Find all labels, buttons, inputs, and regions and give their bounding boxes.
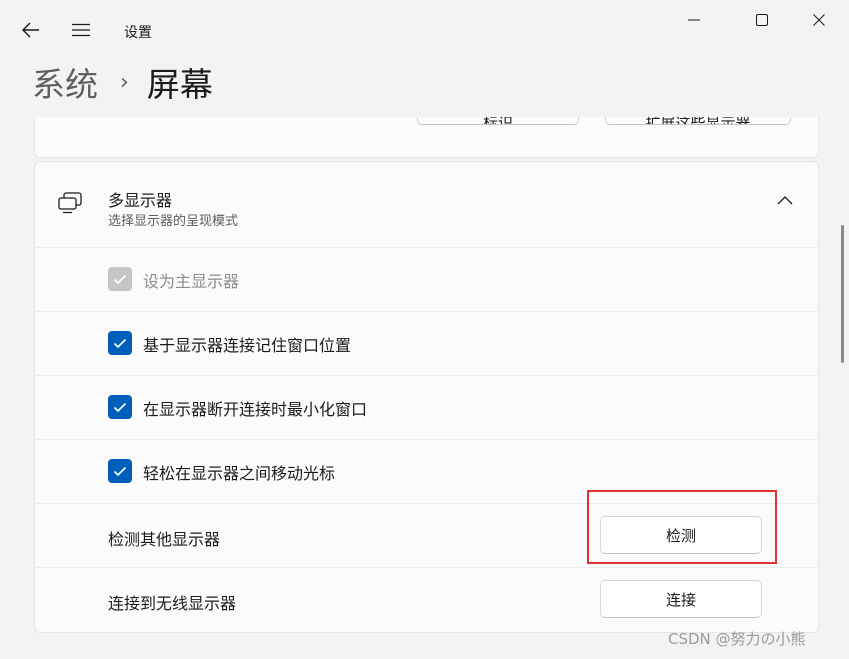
highlight-annotation-box (587, 490, 777, 564)
checkmark-icon (113, 466, 127, 476)
multiple-displays-subtitle: 选择显示器的呈现模式 (108, 214, 239, 229)
display-arrangement-card: 标识 扩展这些显示器 (34, 117, 819, 158)
back-arrow-icon (22, 22, 39, 38)
minimize-windows-checkbox[interactable] (108, 395, 132, 419)
maximize-button[interactable] (734, 0, 790, 40)
breadcrumb: 系统 › 屏幕 (32, 58, 213, 106)
maximize-icon (756, 14, 768, 26)
hamburger-menu-icon (72, 23, 90, 37)
title-bar: 设置 (0, 0, 849, 62)
app-title: 设置 (124, 25, 152, 41)
multiple-displays-title: 多显示器 (108, 191, 173, 210)
primary-display-checkbox (108, 267, 132, 291)
option-row-minimize-windows: 在显示器断开连接时最小化窗口 (35, 376, 818, 440)
watermark: CSDN @努力の小熊 (668, 630, 806, 648)
identify-button[interactable]: 标识 (417, 117, 579, 125)
breadcrumb-separator-icon: › (120, 69, 129, 95)
scrollbar-thumb[interactable] (841, 225, 844, 363)
identify-button-label: 标识 (483, 117, 513, 124)
chevron-up-icon[interactable] (777, 195, 793, 205)
connect-button[interactable]: 连接 (600, 580, 762, 618)
extend-displays-dropdown[interactable]: 扩展这些显示器 (605, 117, 791, 125)
wireless-display-row: 连接到无线显示器 连接 (35, 568, 818, 631)
minimize-windows-label[interactable]: 在显示器断开连接时最小化窗口 (143, 396, 367, 420)
option-row-primary-display: 设为主显示器 (35, 248, 818, 312)
move-cursor-checkbox[interactable] (108, 459, 132, 483)
menu-button[interactable] (61, 10, 101, 50)
checkmark-icon (113, 338, 127, 348)
remember-window-checkbox[interactable] (108, 331, 132, 355)
remember-window-label[interactable]: 基于显示器连接记住窗口位置 (143, 332, 351, 356)
multiple-displays-header[interactable]: 多显示器 选择显示器的呈现模式 (35, 162, 818, 248)
multi-monitor-icon (58, 192, 82, 214)
close-icon (813, 14, 825, 26)
breadcrumb-parent[interactable]: 系统 (32, 58, 98, 106)
checkmark-icon (113, 274, 127, 284)
move-cursor-label[interactable]: 轻松在显示器之间移动光标 (143, 460, 335, 484)
minimize-button[interactable] (666, 0, 722, 40)
back-button[interactable] (11, 10, 51, 50)
extend-displays-label: 扩展这些显示器 (645, 117, 750, 124)
primary-display-label: 设为主显示器 (143, 272, 240, 291)
settings-window: 设置 系统 › 屏幕 标识 扩展这些显示器 (0, 0, 849, 659)
checkmark-icon (113, 402, 127, 412)
settings-content: 标识 扩展这些显示器 多显示器 选择显示器的呈现模式 (0, 117, 849, 659)
close-button[interactable] (791, 0, 847, 40)
option-row-remember-window: 基于显示器连接记住窗口位置 (35, 312, 818, 376)
page-title: 屏幕 (146, 65, 213, 104)
minimize-icon (688, 19, 700, 21)
detect-displays-label: 检测其他显示器 (108, 530, 221, 549)
wireless-display-label: 连接到无线显示器 (108, 594, 237, 613)
